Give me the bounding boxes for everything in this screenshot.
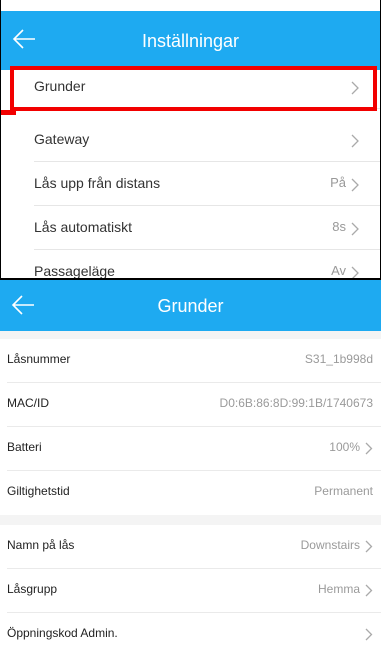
settings-item-gateway[interactable]: Gateway [1, 119, 380, 162]
info-label: Namn på lås [7, 538, 75, 552]
header-bar: Inställningar [1, 11, 380, 70]
info-row-lock-number: Låsnummer S31_1b998d [0, 339, 381, 383]
info-row-mac-id: MAC/ID D0:6B:86:8D:99:1B/1740673 [0, 383, 381, 427]
info-row-validity: Giltighetstid Permanent [0, 471, 381, 515]
basics-screen: Grunder Låsnummer S31_1b998d MAC/ID D0:6… [0, 278, 381, 661]
info-label: Låsnummer [7, 352, 71, 366]
settings-group: Namn på lås Downstairs Låsgrupp Hemma Öp… [0, 525, 381, 661]
info-value: Downstairs [300, 538, 360, 552]
info-group: Låsnummer S31_1b998d MAC/ID D0:6B:86:8D:… [0, 339, 381, 515]
info-value: D0:6B:86:8D:99:1B/1740673 [219, 396, 373, 410]
settings-item-passage-mode[interactable]: Passageläge Av [1, 251, 380, 278]
settings-item-label: Passageläge [34, 263, 115, 278]
settings-item-label: Lås upp från distans [34, 175, 161, 191]
chevron-right-icon [365, 584, 373, 597]
settings-item-value: Av [331, 263, 346, 278]
info-value: S31_1b998d [304, 352, 373, 366]
chevron-right-icon [351, 134, 359, 148]
info-label: Giltighetstid [7, 484, 70, 498]
info-label: Låsgrupp [7, 582, 58, 596]
divider [34, 249, 380, 250]
chevron-right-icon [351, 178, 359, 192]
chevron-right-icon [351, 266, 359, 278]
settings-screen: Inställningar Grunder Gateway Lås upp fr… [0, 0, 381, 278]
divider [34, 161, 380, 162]
info-value: Hemma [317, 582, 360, 596]
info-row-battery[interactable]: Batteri 100% [0, 427, 381, 471]
highlight-mark [1, 110, 16, 115]
settings-item-value: 8s [332, 219, 346, 234]
chevron-right-icon [351, 222, 359, 236]
info-row-lock-group[interactable]: Låsgrupp Hemma [0, 569, 381, 613]
info-row-lock-name[interactable]: Namn på lås Downstairs [0, 525, 381, 569]
settings-item-remote-unlock[interactable]: Lås upp från distans På [1, 163, 380, 206]
settings-item-label: Gateway [34, 131, 90, 147]
info-label: MAC/ID [7, 396, 49, 410]
chevron-right-icon [365, 540, 373, 553]
chevron-right-icon [365, 442, 373, 455]
header-bar: Grunder [0, 280, 381, 331]
page-title: Inställningar [141, 31, 240, 51]
info-value: Permanent [314, 484, 373, 498]
settings-item-value: På [330, 175, 346, 190]
settings-item-label: Lås automatiskt [34, 219, 133, 235]
divider [34, 205, 380, 206]
chevron-right-icon [365, 628, 373, 641]
settings-item-auto-lock[interactable]: Lås automatiskt 8s [1, 207, 380, 250]
info-row-admin-code[interactable]: Öppningskod Admin. [0, 613, 381, 657]
page-title: Grunder [157, 296, 224, 316]
info-label: Öppningskod Admin. [7, 626, 118, 640]
highlight-box [10, 66, 377, 111]
info-label: Batteri [7, 440, 42, 454]
info-value: 100% [329, 440, 360, 454]
